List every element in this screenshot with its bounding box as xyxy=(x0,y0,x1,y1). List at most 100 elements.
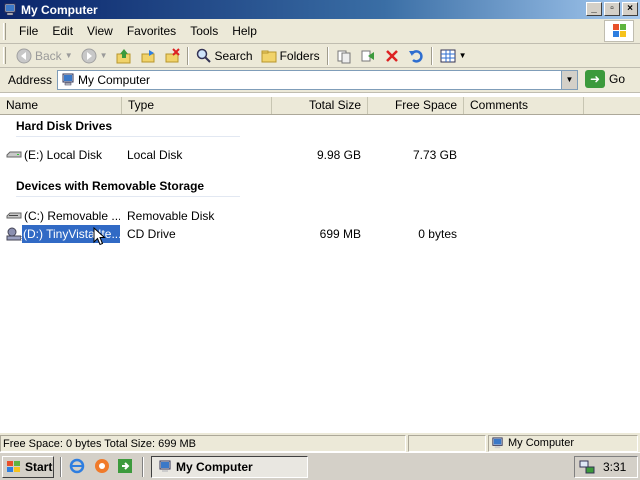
menu-favorites[interactable]: Favorites xyxy=(120,22,183,40)
item-type: Removable Disk xyxy=(127,209,215,223)
item-free-space: 0 bytes xyxy=(418,227,457,241)
column-header-free-space[interactable]: Free Space xyxy=(368,97,464,114)
delete-icon xyxy=(385,49,398,62)
views-button[interactable]: ▼ xyxy=(436,46,471,66)
status-empty-pane xyxy=(408,435,486,452)
search-label: Search xyxy=(214,48,253,63)
status-info: Free Space: 0 bytes Total Size: 699 MB xyxy=(0,435,406,452)
minimize-button[interactable]: _ xyxy=(586,2,602,16)
delete-folder-button[interactable] xyxy=(160,46,184,66)
list-item[interactable]: (C:) Removable ... Removable Disk xyxy=(0,207,640,225)
media-player-icon[interactable] xyxy=(94,458,110,474)
folders-button[interactable]: Folders xyxy=(257,46,324,66)
address-value: My Computer xyxy=(78,73,151,87)
item-name: (E:) Local Disk xyxy=(24,148,103,162)
folders-label: Folders xyxy=(279,48,320,63)
views-icon xyxy=(440,49,456,62)
internet-explorer-icon[interactable] xyxy=(69,458,85,474)
start-button[interactable]: Start xyxy=(2,456,54,478)
search-icon xyxy=(196,48,211,63)
system-tray: 3:31 xyxy=(574,456,638,478)
maximize-button[interactable]: ▫ xyxy=(604,2,620,16)
toolbar-separator xyxy=(326,46,329,65)
folder-x-icon xyxy=(165,47,180,62)
clock[interactable]: 3:31 xyxy=(603,460,626,474)
views-dropdown-icon[interactable]: ▼ xyxy=(459,51,467,60)
undo-button[interactable] xyxy=(404,46,428,66)
go-label: Go xyxy=(609,72,626,86)
search-button[interactable]: Search xyxy=(192,46,257,66)
network-icon[interactable] xyxy=(579,459,595,475)
my-computer-icon xyxy=(62,73,74,86)
menu-bar: File Edit View Favorites Tools Help xyxy=(0,19,640,44)
item-type: Local Disk xyxy=(127,148,183,162)
mouse-cursor-icon xyxy=(93,227,106,246)
windows-logo-icon xyxy=(604,20,634,42)
item-name: (C:) Removable ... xyxy=(24,209,120,223)
move-to-button[interactable] xyxy=(136,46,160,66)
column-header-comments[interactable]: Comments xyxy=(464,97,584,114)
item-total-size: 9.98 GB xyxy=(316,148,361,162)
taskbar-button-label: My Computer xyxy=(176,460,253,474)
menu-grip[interactable] xyxy=(3,22,6,40)
up-folder-icon xyxy=(116,48,131,63)
hard-drive-icon xyxy=(6,151,22,158)
taskbar: Start My Computer 3:31 xyxy=(0,452,640,480)
quicklaunch-divider xyxy=(142,457,144,477)
forward-dropdown-icon[interactable]: ▼ xyxy=(100,51,108,60)
forward-button[interactable]: ▼ xyxy=(77,46,112,66)
forward-arrow-icon xyxy=(81,48,97,63)
status-bar: Free Space: 0 bytes Total Size: 699 MB M… xyxy=(0,432,640,452)
menu-view[interactable]: View xyxy=(80,22,120,40)
menu-edit[interactable]: Edit xyxy=(45,22,80,40)
status-zone: My Computer xyxy=(488,435,638,452)
column-header-name[interactable]: Name xyxy=(0,97,122,114)
windows-flag-icon xyxy=(7,461,20,472)
item-total-size: 699 MB xyxy=(319,227,361,241)
start-label: Start xyxy=(25,460,53,474)
file-list[interactable]: Hard Disk Drives (E:) Local Disk Local D… xyxy=(0,115,640,431)
move-to-icon xyxy=(141,49,155,62)
close-button[interactable]: × xyxy=(622,2,638,16)
menu-tools[interactable]: Tools xyxy=(183,22,225,40)
toolbar-grip[interactable] xyxy=(3,47,6,64)
item-type: CD Drive xyxy=(127,227,176,241)
menu-file[interactable]: File xyxy=(12,22,45,40)
status-zone-label: My Computer xyxy=(508,437,575,449)
address-bar: Address My Computer ▼ ➜ Go xyxy=(0,68,640,93)
show-desktop-icon[interactable] xyxy=(117,458,133,474)
address-label: Address xyxy=(8,73,53,87)
toolbar-separator xyxy=(430,46,433,65)
my-computer-icon xyxy=(4,3,16,15)
back-button[interactable]: Back ▼ xyxy=(12,46,77,66)
group-title-hard-disk-drives: Hard Disk Drives xyxy=(16,119,113,133)
group-divider xyxy=(16,196,240,197)
my-computer-icon xyxy=(492,437,503,449)
address-dropdown-icon[interactable]: ▼ xyxy=(561,71,577,89)
back-dropdown-icon[interactable]: ▼ xyxy=(65,51,73,60)
folders-icon xyxy=(261,50,277,62)
delete-button[interactable] xyxy=(380,46,404,66)
title-bar[interactable]: My Computer _ ▫ × xyxy=(0,0,640,19)
window-title: My Computer xyxy=(21,2,98,17)
up-folder-button[interactable] xyxy=(112,46,136,66)
removable-drive-icon xyxy=(6,212,22,219)
toolbar: Back ▼ ▼ Search Folders ▼ xyxy=(0,44,640,68)
go-arrow-icon: ➜ xyxy=(585,70,605,88)
copy-button[interactable] xyxy=(356,46,380,66)
column-header-type[interactable]: Type xyxy=(122,97,272,114)
column-header-total-size[interactable]: Total Size xyxy=(272,97,368,114)
back-label: Back xyxy=(35,48,62,63)
copy-icon xyxy=(361,50,374,61)
item-free-space: 7.73 GB xyxy=(412,148,457,162)
taskbar-button-my-computer[interactable]: My Computer xyxy=(151,456,308,478)
go-button[interactable]: ➜ Go xyxy=(585,70,625,88)
list-item[interactable]: (E:) Local Disk Local Disk 9.98 GB 7.73 … xyxy=(0,146,640,164)
move-button[interactable] xyxy=(332,46,356,66)
quicklaunch-divider xyxy=(60,457,62,477)
toolbar-separator xyxy=(186,46,189,65)
menu-help[interactable]: Help xyxy=(225,22,264,40)
back-arrow-icon xyxy=(16,48,32,63)
column-headers: Name Type Total Size Free Space Comments xyxy=(0,97,640,115)
address-input[interactable]: My Computer ▼ xyxy=(57,70,578,90)
